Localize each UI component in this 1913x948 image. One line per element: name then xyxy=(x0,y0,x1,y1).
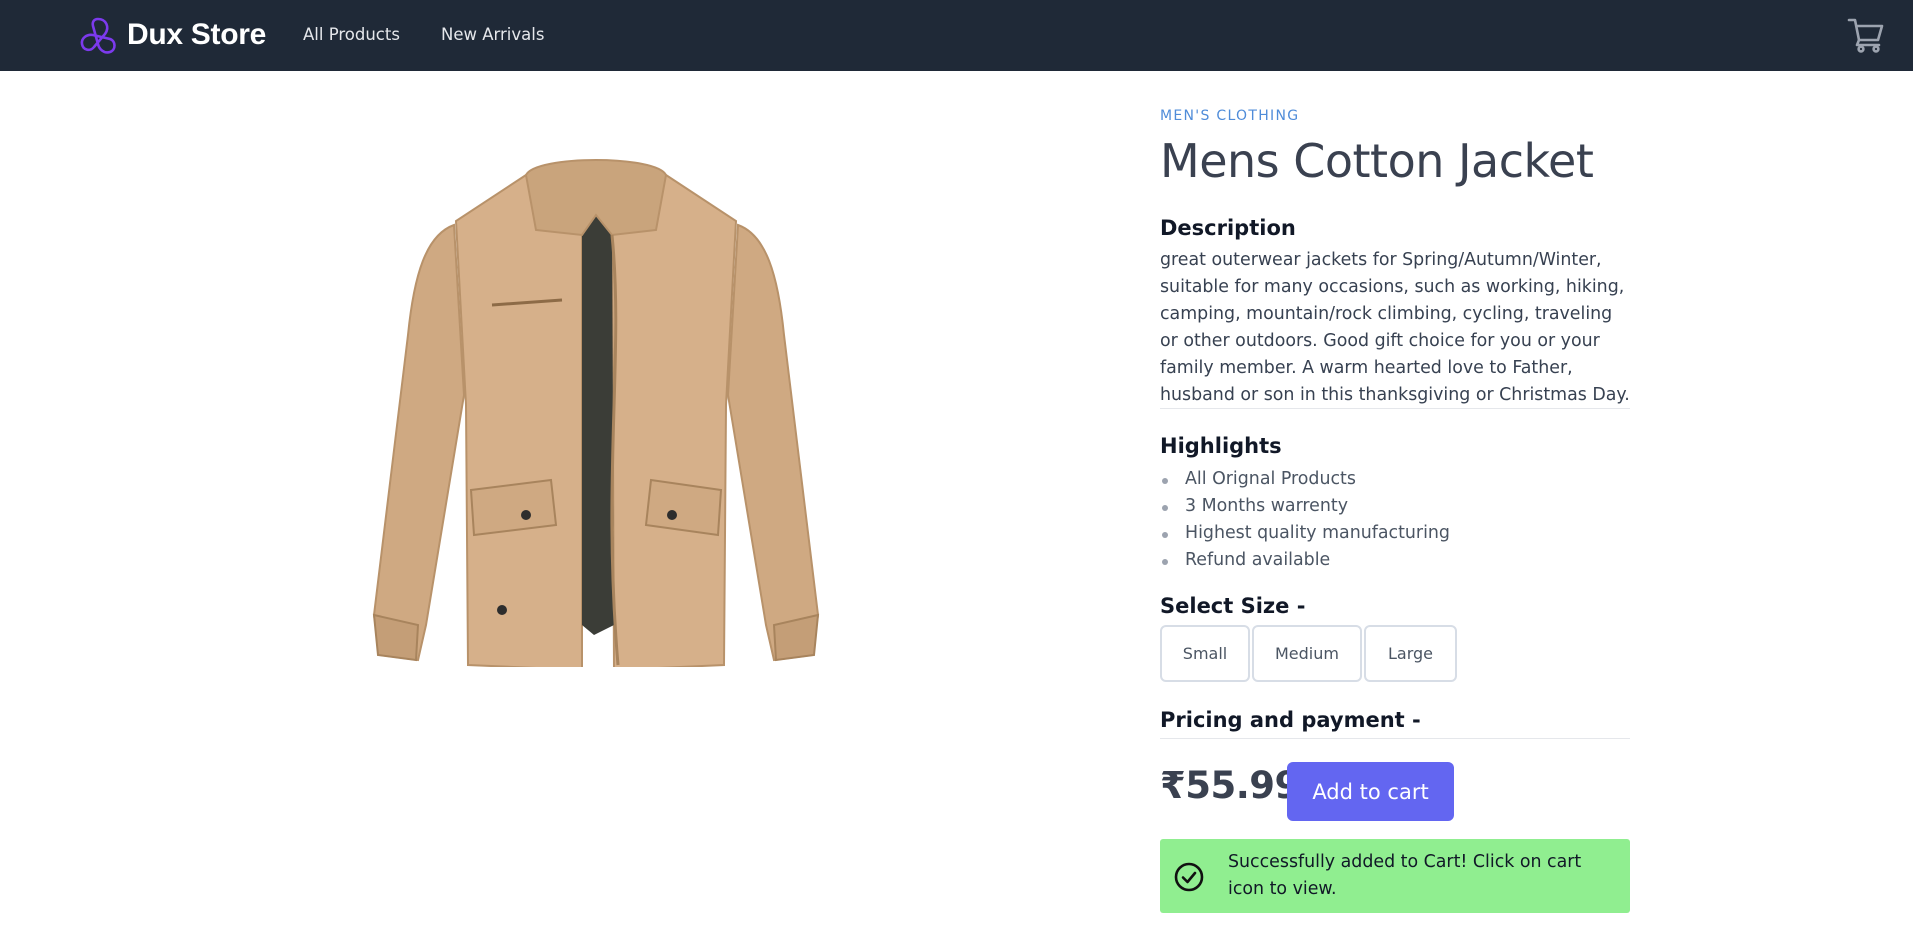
product-description: great outerwear jackets for Spring/Autum… xyxy=(1160,250,1630,405)
toast-message: Successfully added to Cart! Click on car… xyxy=(1228,852,1582,899)
pricing-heading: Pricing and payment - xyxy=(1160,708,1421,732)
description-heading: Description xyxy=(1160,216,1296,240)
brand-home-link[interactable]: Dux Store xyxy=(77,14,266,56)
highlight-item: Refund available xyxy=(1160,547,1450,574)
highlights-list: All Orignal Products 3 Months warrenty H… xyxy=(1160,466,1450,574)
check-circle-icon xyxy=(1174,862,1204,892)
highlight-item: Highest quality manufacturing xyxy=(1160,520,1450,547)
highlights-heading: Highlights xyxy=(1160,434,1282,458)
size-medium-button[interactable]: Medium xyxy=(1252,625,1362,682)
nav-link-new-arrivals[interactable]: New Arrivals xyxy=(441,25,544,44)
size-heading: Select Size - xyxy=(1160,594,1306,618)
cart-icon[interactable] xyxy=(1846,16,1886,54)
highlight-item: All Orignal Products xyxy=(1160,466,1450,493)
success-toast: Successfully added to Cart! Click on car… xyxy=(1160,839,1630,913)
size-selector: Small Medium Large xyxy=(1160,625,1457,682)
product-title: Mens Cotton Jacket xyxy=(1160,134,1594,188)
nav-link-all-products[interactable]: All Products xyxy=(303,25,400,44)
brand-name: Dux Store xyxy=(127,18,266,51)
product-price: ₹55.99 xyxy=(1160,764,1300,807)
add-to-cart-button[interactable]: Add to cart xyxy=(1287,762,1454,821)
highlight-item: 3 Months warrenty xyxy=(1160,493,1450,520)
navbar: Dux Store All Products New Arrivals xyxy=(0,0,1913,71)
size-large-button[interactable]: Large xyxy=(1364,625,1457,682)
jacket-image xyxy=(372,159,820,667)
size-small-button[interactable]: Small xyxy=(1160,625,1250,682)
divider xyxy=(1160,738,1630,739)
divider xyxy=(1160,408,1630,409)
knot-logo-icon xyxy=(80,17,116,54)
product-category: MEN'S CLOTHING xyxy=(1160,108,1300,124)
